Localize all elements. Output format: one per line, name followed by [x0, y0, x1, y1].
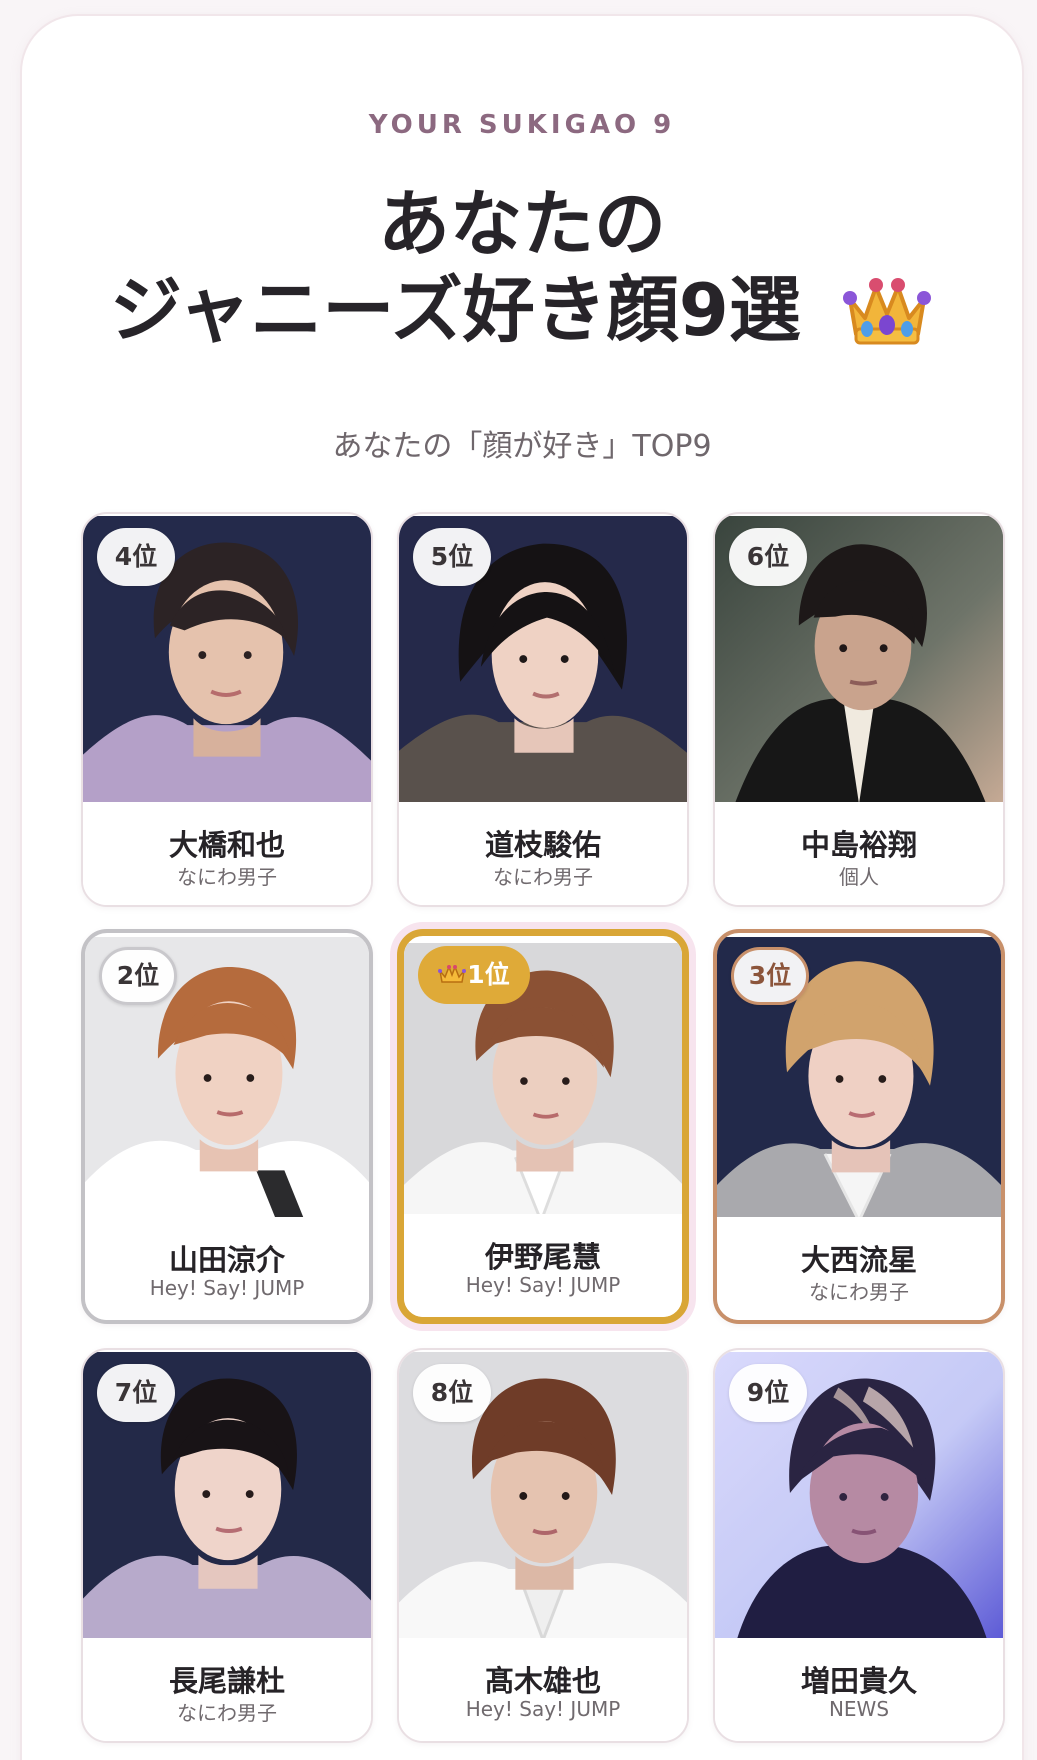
member-group: Hey! Say! JUMP [465, 1697, 621, 1721]
ranking-card-rank-3[interactable]: 3位 大西流星 なにわ男子 [713, 929, 1005, 1324]
member-label: 中島裕翔 個人 [715, 802, 1003, 905]
page-title: あなたの ジャニーズ好き顔9選 [22, 181, 1022, 357]
member-group: なにわ男子 [493, 865, 593, 889]
member-label: 大橋和也 なにわ男子 [83, 802, 371, 905]
member-name: 髙木雄也 [484, 1664, 601, 1698]
app-screen: YOUR SUKIGAO 9 あなたの ジャニーズ好き顔9選 あなたの「顔が好き… [0, 0, 1037, 1760]
rank-badge: 6位 [729, 528, 807, 586]
title-line-2: ジャニーズ好き顔9選 [110, 268, 801, 352]
member-name: 大橋和也 [168, 828, 285, 862]
member-label: 髙木雄也 Hey! Say! JUMP [399, 1638, 687, 1741]
ranking-grid: 4位 大橋和也 なにわ男子 5位 道枝駿佑 なにわ男子 6位 中島裕翔 個人 2… [58, 498, 1005, 1760]
crown-icon [842, 278, 931, 345]
rank-badge: 5位 [413, 528, 491, 586]
rank-badge: 4位 [97, 528, 175, 586]
member-name: 伊野尾慧 [484, 1240, 601, 1274]
member-label: 山田涼介 Hey! Say! JUMP [85, 1217, 369, 1320]
ranking-card-rank-4[interactable]: 4位 大橋和也 なにわ男子 [81, 512, 373, 907]
member-name: 中島裕翔 [800, 828, 917, 862]
member-name: 道枝駿佑 [484, 828, 601, 862]
member-name: 増田貴久 [800, 1664, 917, 1698]
rank-badge: 7位 [97, 1364, 175, 1422]
member-group: 個人 [839, 865, 879, 889]
member-label: 道枝駿佑 なにわ男子 [399, 802, 687, 905]
title-line-1: あなたの [377, 182, 666, 266]
member-label: 長尾謙杜 なにわ男子 [83, 1638, 371, 1741]
ranking-card-rank-5[interactable]: 5位 道枝駿佑 なにわ男子 [397, 512, 689, 907]
ranking-card: YOUR SUKIGAO 9 あなたの ジャニーズ好き顔9選 あなたの「顔が好き… [20, 14, 1024, 1760]
member-name: 大西流星 [800, 1243, 917, 1277]
crown-icon [438, 964, 467, 983]
member-label: 大西流星 なにわ男子 [717, 1217, 1001, 1320]
subtitle: あなたの「顔が好き」TOP9 [332, 429, 712, 464]
title-line-2-wrapper: ジャニーズ好き顔9選 [22, 267, 1022, 357]
member-name: 長尾謙杜 [168, 1664, 285, 1698]
member-group: Hey! Say! JUMP [149, 1276, 305, 1300]
ranking-card-rank-2[interactable]: 2位 山田涼介 Hey! Say! JUMP [81, 929, 373, 1324]
ranking-card-rank-8[interactable]: 8位 髙木雄也 Hey! Say! JUMP [397, 1348, 689, 1743]
member-group: なにわ男子 [177, 1701, 277, 1725]
ranking-card-rank-6[interactable]: 6位 中島裕翔 個人 [713, 512, 1005, 907]
rank-badge: 3位 [731, 947, 809, 1005]
bottom-fade [22, 1748, 1022, 1760]
member-label: 増田貴久 NEWS [715, 1638, 1003, 1741]
ranking-card-rank-7[interactable]: 7位 長尾謙杜 なにわ男子 [81, 1348, 373, 1743]
rank-label: 1位 [467, 960, 510, 989]
ranking-card-rank-9[interactable]: 9位 増田貴久 NEWS [713, 1348, 1005, 1743]
ranking-card-rank-1[interactable]: 1位 伊野尾慧 Hey! Say! JUMP [397, 929, 689, 1324]
eyebrow-label: YOUR SUKIGAO 9 [368, 110, 676, 140]
rank-badge: 9位 [729, 1364, 807, 1422]
rank-badge: 1位 [418, 946, 530, 1004]
member-label: 伊野尾慧 Hey! Say! JUMP [404, 1214, 682, 1317]
rank-badge: 2位 [99, 947, 177, 1005]
member-group: なにわ男子 [809, 1280, 909, 1304]
member-group: なにわ男子 [177, 865, 277, 889]
member-group: NEWS [828, 1697, 890, 1721]
member-group: Hey! Say! JUMP [465, 1273, 621, 1297]
rank-badge: 8位 [413, 1364, 491, 1422]
member-name: 山田涼介 [168, 1243, 285, 1277]
